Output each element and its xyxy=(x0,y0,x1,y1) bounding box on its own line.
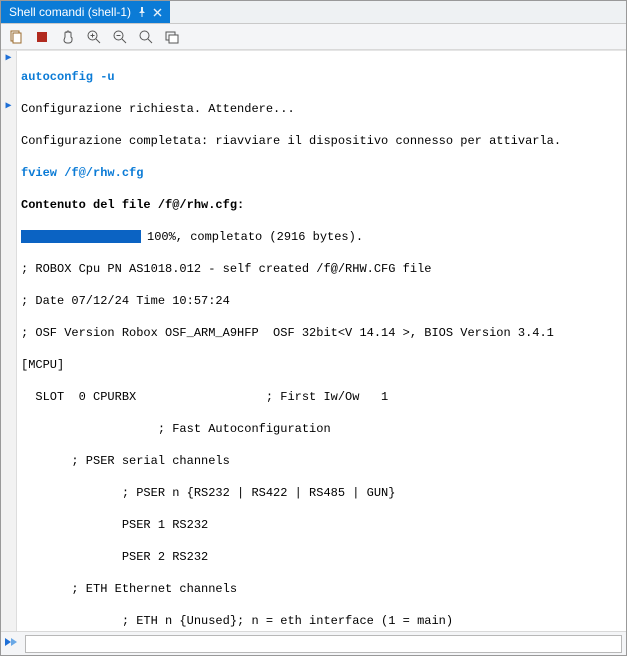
console-line: ; Fast Autoconfiguration xyxy=(21,421,622,437)
tab-strip: Shell comandi (shell-1) xyxy=(1,1,626,24)
zoom-out-icon[interactable] xyxy=(111,28,129,46)
toolbar xyxy=(1,24,626,50)
progress-label: 100%, completato (2916 bytes). xyxy=(147,230,363,244)
pin-icon[interactable] xyxy=(137,7,147,17)
hand-pan-icon[interactable] xyxy=(59,28,77,46)
cmd-line: autoconfig -u xyxy=(21,69,622,85)
console-line: Configurazione completata: riavviare il … xyxy=(21,133,622,149)
console-line: ; ROBOX Cpu PN AS1018.012 - self created… xyxy=(21,261,622,277)
gutter: ▶ ▶ xyxy=(1,51,17,631)
cmd-line: fview /f@/rhw.cfg xyxy=(21,165,622,181)
copy-icon[interactable] xyxy=(7,28,25,46)
console-line: ; PSER n {RS232 | RS422 | RS485 | GUN} xyxy=(21,485,622,501)
command-input-row xyxy=(1,631,626,655)
console-line: ; PSER serial channels xyxy=(21,453,622,469)
console-line: [MCPU] xyxy=(21,357,622,373)
prompt-send-icon[interactable] xyxy=(5,636,21,651)
console-line: SLOT 0 CPURBX ; First Iw/Ow 1 xyxy=(21,389,622,405)
console-line: ; ETH n {Unused}; n = eth interface (1 =… xyxy=(21,613,622,629)
prompt-arrow-icon: ▶ xyxy=(1,99,16,115)
console-line: ; Date 07/12/24 Time 10:57:24 xyxy=(21,293,622,309)
tab-title: Shell comandi (shell-1) xyxy=(9,5,131,19)
console-line: ; OSF Version Robox OSF_ARM_A9HFP OSF 32… xyxy=(21,325,622,341)
console-line: Configurazione richiesta. Attendere... xyxy=(21,101,622,117)
zoom-in-icon[interactable] xyxy=(85,28,103,46)
console-line: ; ETH Ethernet channels xyxy=(21,581,622,597)
tab-shell[interactable]: Shell comandi (shell-1) xyxy=(1,1,170,23)
console-line: PSER 2 RS232 xyxy=(21,549,622,565)
progress-bar xyxy=(21,230,141,243)
close-icon[interactable] xyxy=(153,8,162,17)
console-line: PSER 1 RS232 xyxy=(21,517,622,533)
stop-icon[interactable] xyxy=(33,28,51,46)
zoom-reset-icon[interactable] xyxy=(137,28,155,46)
command-input[interactable] xyxy=(25,635,622,653)
console-output[interactable]: autoconfig -u Configurazione richiesta. … xyxy=(17,51,626,631)
console-area: ▶ ▶ autoconfig -u Configurazione richies… xyxy=(1,50,626,631)
prompt-arrow-icon: ▶ xyxy=(1,51,16,67)
windows-icon[interactable] xyxy=(163,28,181,46)
console-line: Contenuto del file /f@/rhw.cfg: xyxy=(21,197,622,213)
progress-row: 100%, completato (2916 bytes). xyxy=(21,229,622,245)
